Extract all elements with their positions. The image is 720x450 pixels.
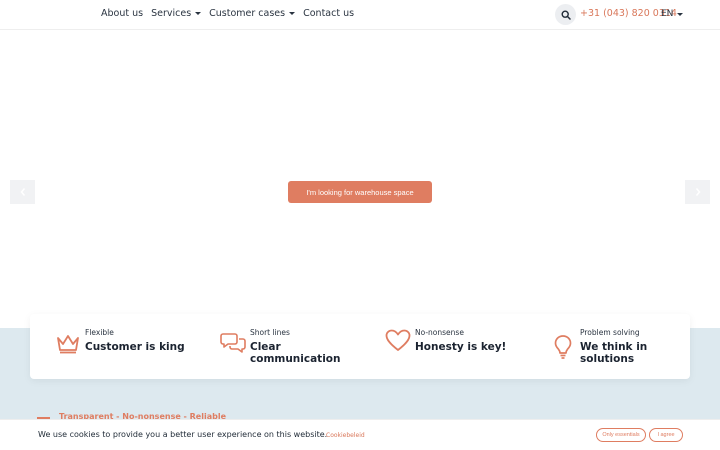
- feature-kicker: No-nonsense: [415, 328, 464, 337]
- site-header: About us Services Customer cases Contact…: [0, 0, 720, 30]
- feature-clear-communication: Short lines Clear communication: [220, 314, 370, 379]
- feature-title: We think in solutions: [580, 341, 648, 365]
- agree-button[interactable]: I agree: [649, 428, 683, 442]
- nav-item-customer-cases[interactable]: Customer cases: [209, 8, 296, 19]
- feature-title: Clear communication: [250, 341, 341, 365]
- only-essentials-button[interactable]: Only essentials: [596, 428, 646, 442]
- slider-prev-button[interactable]: [10, 180, 35, 204]
- feature-kicker: Problem solving: [580, 328, 640, 337]
- caret-down-icon: [677, 12, 684, 16]
- cookie-message: We use cookies to provide you a better u…: [38, 430, 328, 439]
- main-nav: About us Services Customer cases Contact…: [101, 8, 354, 19]
- caret-down-icon: [195, 12, 202, 15]
- feature-title: Honesty is key!: [415, 341, 507, 353]
- nav-item-label: Contact us: [303, 8, 355, 19]
- search-icon: [560, 9, 571, 20]
- nav-item-label: Services: [151, 8, 192, 19]
- chevron-right-icon: [695, 188, 700, 196]
- feature-kicker: Flexible: [85, 328, 114, 337]
- nav-item-services[interactable]: Services: [151, 8, 202, 19]
- language-label: EN: [661, 9, 674, 19]
- chevron-left-icon: [20, 188, 25, 196]
- feature-customer-is-king: Flexible Customer is king: [55, 314, 205, 379]
- search-button[interactable]: [555, 4, 576, 25]
- nav-item-label: Customer cases: [209, 8, 286, 19]
- feature-kicker: Short lines: [250, 328, 290, 337]
- crown-icon: [57, 335, 79, 354]
- nav-item-label: About us: [101, 8, 144, 19]
- heart-icon: [385, 329, 411, 351]
- slider-next-button[interactable]: [685, 180, 710, 204]
- cookie-policy-link[interactable]: Cookiebeleid: [326, 432, 365, 439]
- features-card: Flexible Customer is king Short lines Cl…: [30, 314, 690, 379]
- hero-slider: [0, 30, 720, 328]
- nav-item-contact-us[interactable]: Contact us: [303, 8, 354, 19]
- feature-title: Customer is king: [85, 341, 185, 353]
- caret-down-icon: [289, 12, 296, 15]
- lightbulb-icon: [554, 335, 572, 359]
- cookie-bar: We use cookies to provide you a better u…: [0, 419, 720, 450]
- language-selector[interactable]: EN: [661, 9, 684, 19]
- nav-item-about-us[interactable]: About us: [101, 8, 143, 19]
- feature-honesty-is-key: No-nonsense Honesty is key!: [385, 314, 535, 379]
- feature-we-think-in-solutions: Problem solving We think in solutions: [550, 314, 690, 379]
- warehouse-space-button[interactable]: I'm looking for warehouse space: [288, 181, 432, 203]
- chat-bubbles-icon: [220, 333, 246, 353]
